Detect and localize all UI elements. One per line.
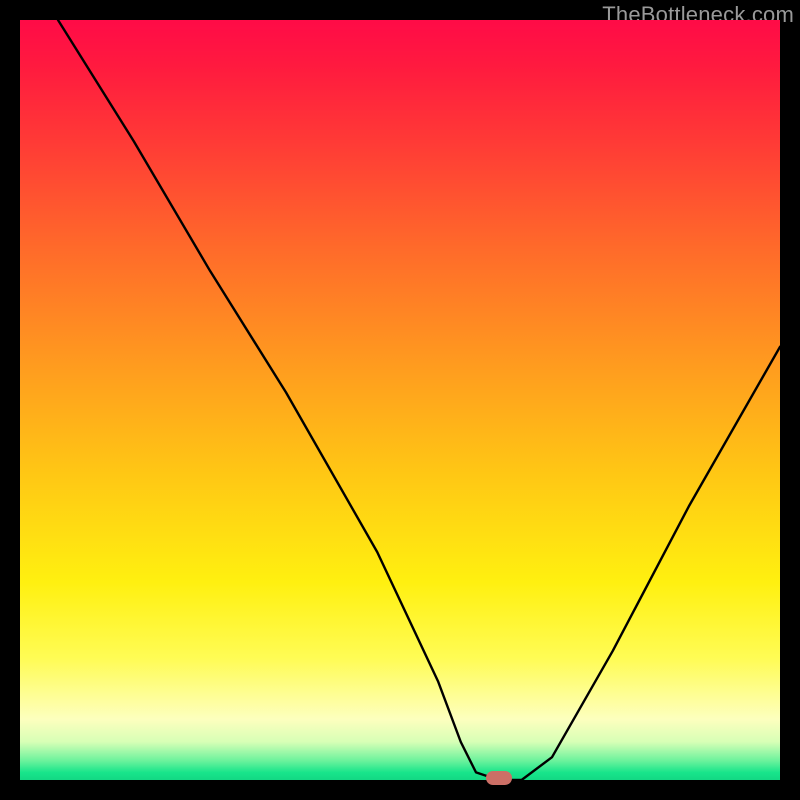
plot-area <box>20 20 780 780</box>
curve-path <box>58 20 780 780</box>
curve-svg <box>20 20 780 780</box>
min-marker <box>486 771 512 785</box>
chart-frame: TheBottleneck.com <box>0 0 800 800</box>
